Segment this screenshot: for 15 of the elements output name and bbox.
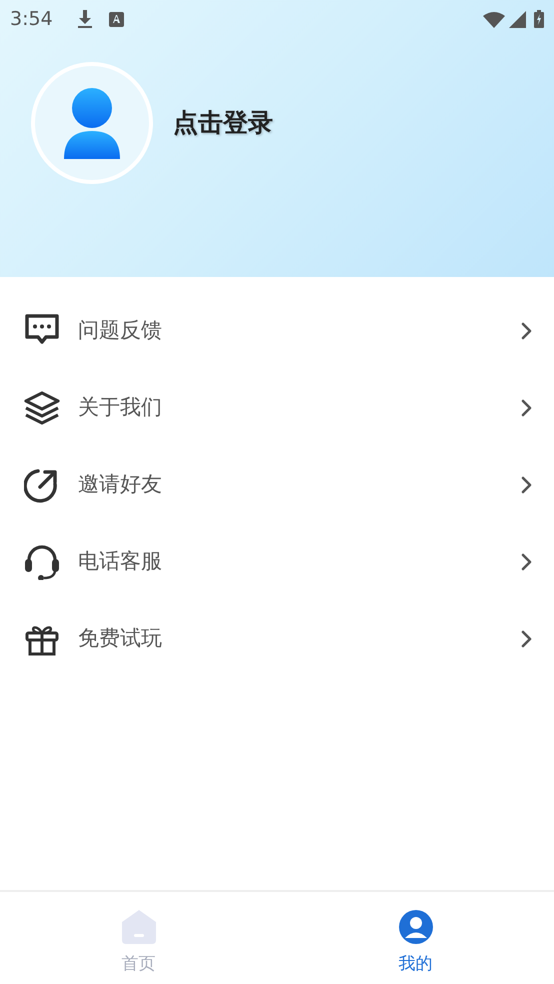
chevron-right-icon: [521, 476, 532, 494]
chevron-right-icon: [521, 552, 532, 570]
text-icon: [108, 12, 124, 26]
headset-icon: [24, 544, 60, 580]
share-circle-icon: [24, 466, 60, 502]
signal-icon: [509, 10, 526, 28]
download-icon: [76, 10, 93, 28]
layers-icon: [24, 390, 60, 426]
login-link[interactable]: 点击登录: [173, 104, 273, 142]
status-time: 3:54: [10, 6, 53, 32]
battery-icon: [534, 10, 544, 28]
chevron-right-icon: [521, 322, 532, 340]
wifi-icon: [483, 10, 505, 28]
chevron-right-icon: [521, 398, 532, 416]
chevron-right-icon: [521, 630, 532, 648]
